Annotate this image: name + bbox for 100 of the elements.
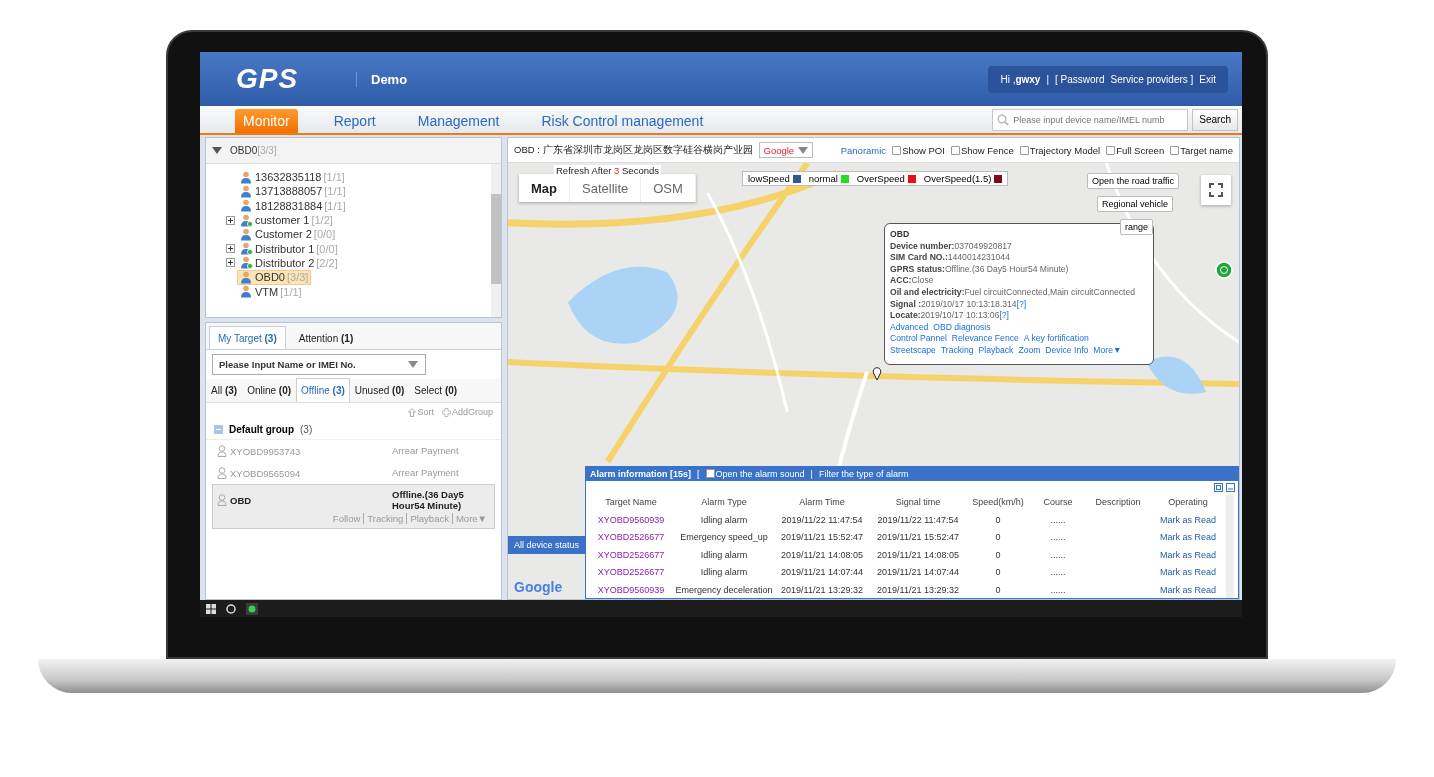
table-cell-text: 2019/11/21 13:29:32 <box>876 583 960 597</box>
scrollbar[interactable] <box>1226 493 1234 598</box>
scrollbar[interactable] <box>491 164 501 317</box>
mark-read-link[interactable]: Mark as Read <box>1150 512 1226 528</box>
map-type-button[interactable]: Map <box>519 174 570 202</box>
logo: GPS <box>236 63 300 95</box>
alarm-sound-checkbox[interactable]: Open the alarm sound <box>705 468 805 479</box>
range-button[interactable]: range <box>1119 219 1153 235</box>
column-header: Speed(km/h) <box>971 495 1025 509</box>
target-tab[interactable]: My Target (3) <box>209 326 286 349</box>
alarm-filter-link[interactable]: Filter the type of alarm <box>818 468 909 479</box>
target-link[interactable]: XYOBD2526677 <box>588 565 674 581</box>
expand-icon[interactable] <box>226 244 235 254</box>
tree-item[interactable]: OBD0 [3/3] <box>237 269 312 285</box>
fullscreen-icon <box>1209 183 1223 197</box>
group-name[interactable]: Default group <box>229 424 294 435</box>
panoramic-link[interactable]: Panoramic <box>840 144 887 156</box>
option-checkbox[interactable]: Show POI <box>892 144 945 156</box>
filter-tab[interactable]: Select (0) <box>409 378 463 402</box>
filter-tab[interactable]: Online (0) <box>242 378 297 402</box>
option-checkbox[interactable]: Show Fence <box>950 144 1014 156</box>
tree-item[interactable]: VTM [1/1] <box>237 284 305 300</box>
table-cell-text: Emergency deceleration <box>674 583 774 597</box>
header-link[interactable]: Service providers ] <box>1110 73 1194 85</box>
filter-tab[interactable]: Offline (3) <box>296 378 350 402</box>
column-header: Description <box>1094 495 1142 509</box>
tree-root[interactable]: OBD0[3/3] <box>230 145 277 156</box>
group-count: (3) <box>300 424 313 435</box>
table-cell-text: 2019/11/21 15:52:47 <box>876 531 960 544</box>
road-traffic-button[interactable]: Open the road traffic <box>1087 173 1179 189</box>
table-cell-text: 2019/11/21 14:07:44 <box>780 566 864 579</box>
expand-icon[interactable] <box>226 258 235 268</box>
user-icon <box>240 199 253 213</box>
circle-icon[interactable] <box>226 603 236 614</box>
nav-tab[interactable]: Risk Control management <box>533 109 712 133</box>
map-type-button[interactable]: Satellite <box>570 174 642 202</box>
user-group-icon <box>240 256 253 270</box>
search-button[interactable]: Search <box>1192 108 1238 131</box>
target-link[interactable]: XYOBD2526677 <box>588 530 674 546</box>
expand-icon[interactable] <box>226 215 235 225</box>
target-link[interactable]: XYOBD9560939 <box>588 582 674 598</box>
info-line: Device number:037049920817 <box>890 240 1013 253</box>
popup-link[interactable]: Control Pannel <box>890 333 947 345</box>
table-cell-text: 2019/11/22 11:47:54 <box>780 513 864 527</box>
tree-item[interactable]: Customer 2 [0/0] <box>237 226 339 242</box>
target-link[interactable]: XYOBD9560939 <box>588 512 674 528</box>
option-checkbox[interactable]: Trajectory Model <box>1019 144 1101 156</box>
tree-item[interactable]: 18128831884 [1/1] <box>237 198 349 214</box>
target-tab[interactable]: Attention (1) <box>289 326 363 349</box>
nav-tab[interactable]: Report <box>325 109 384 133</box>
tree-item[interactable]: 13632835118 [1/1] <box>237 169 348 185</box>
bracket: [ <box>697 468 700 479</box>
target-link[interactable]: XYOBD2526677 <box>588 547 674 563</box>
column-header: Target Name <box>604 495 658 509</box>
popup-link[interactable]: Device Info <box>1045 344 1089 357</box>
tree-item[interactable]: Distributor 1 [0/0] <box>237 241 341 257</box>
popup-link[interactable]: Streetscape <box>890 344 936 357</box>
filter-tab[interactable]: All (3) <box>206 378 243 402</box>
regional-vehicle-button[interactable]: Regional vehicle <box>1096 196 1173 212</box>
mark-read-link[interactable]: Mark as Read <box>1150 530 1226 546</box>
map-type-button[interactable]: OSM <box>641 174 696 202</box>
tree-item[interactable]: 13713888057 [1/1] <box>237 183 349 199</box>
popup-link[interactable]: Relevance Fence <box>951 333 1019 345</box>
person-icon <box>217 494 227 506</box>
map-provider-select[interactable]: Google <box>758 142 813 158</box>
tree-item[interactable]: customer 1 [1/2] <box>237 212 336 228</box>
popup-link[interactable]: Playback <box>978 344 1014 357</box>
minimize-icon[interactable] <box>1226 482 1235 492</box>
restore-icon[interactable] <box>1214 482 1223 492</box>
popup-link[interactable]: Advanced <box>890 321 929 334</box>
table-cell-text: ...... <box>1049 548 1067 562</box>
mark-read-link[interactable]: Mark as Read <box>1150 547 1226 563</box>
app-icon[interactable] <box>246 602 258 615</box>
nav-tab[interactable]: Management <box>409 109 508 133</box>
fullscreen-button[interactable] <box>1201 175 1231 205</box>
table-cell-text: 0 <box>994 548 1002 562</box>
header-link[interactable]: Exit <box>1199 73 1216 85</box>
option-checkbox[interactable]: Full Screen <box>1106 144 1165 156</box>
tree-item[interactable]: Distributor 2 [2/2] <box>237 255 341 271</box>
mark-read-link[interactable]: Mark as Read <box>1150 582 1226 598</box>
popup-link[interactable]: Zoom <box>1018 344 1041 357</box>
caret-icon <box>408 361 418 368</box>
option-checkbox[interactable]: Target name <box>1170 144 1233 156</box>
popup-link[interactable]: OBD diagnosis <box>933 321 991 334</box>
windows-icon[interactable] <box>206 603 216 614</box>
popup-link[interactable]: Tracking <box>940 344 974 357</box>
search-field[interactable]: Please input device name/IMEL numb <box>992 108 1189 131</box>
device-status-tab[interactable]: All device status <box>508 536 586 554</box>
popup-link[interactable]: A key fortification <box>1023 333 1089 345</box>
filter-tab[interactable]: Unused (0) <box>349 378 410 402</box>
table-cell-text: 2019/11/21 14:07:44 <box>876 566 960 579</box>
mark-read-link[interactable]: Mark as Read <box>1150 565 1226 581</box>
person-icon <box>217 445 227 457</box>
device-location: OBD : 广东省深圳市龙岗区龙岗区数字硅谷横岗产业园 <box>514 143 753 157</box>
header-link[interactable]: [ Password <box>1055 73 1105 85</box>
user-icon <box>240 285 253 299</box>
popup-link[interactable]: More▼ <box>1093 344 1122 357</box>
target-search-field[interactable]: Please Input Name or IMEI No. <box>212 354 426 375</box>
column-header: Alarm Time <box>798 495 846 509</box>
alarm-title: Alarm information [15s] <box>590 468 692 479</box>
